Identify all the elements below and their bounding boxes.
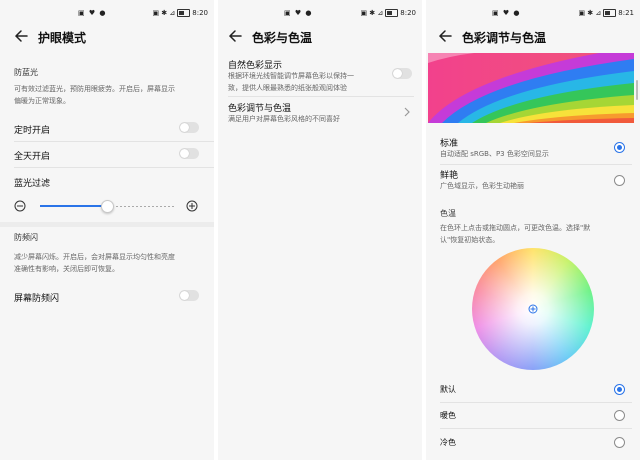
color-temperature-description: 在色环上点击或拖动圆点，可更改色温。选择"默 认"恢复初始状态。: [440, 224, 591, 244]
status-bar: ▣ ♥ ● ▣ ✱ ⊿ 8:21: [426, 9, 640, 19]
all-day-label: 全天开启: [14, 152, 51, 162]
battery-icon: [385, 9, 399, 17]
section-gap: [0, 222, 214, 227]
mode-standard-radio[interactable]: [614, 142, 625, 153]
battery-icon: [177, 9, 191, 17]
page-title: 色彩调节与色温: [462, 31, 547, 45]
status-left-icons: ▣ ♥ ●: [492, 9, 521, 17]
mode-standard-description: 自动适配 sRGB、P3 色彩空间显示: [440, 150, 549, 158]
back-arrow-icon[interactable]: [228, 28, 242, 44]
divider: [440, 402, 632, 403]
chevron-right-icon: [404, 107, 410, 117]
status-time: 8:20: [400, 9, 416, 17]
divider: [440, 428, 632, 429]
slider-thumb[interactable]: [101, 200, 114, 213]
status-time: 8:21: [618, 9, 634, 17]
back-arrow-icon[interactable]: [438, 28, 452, 44]
flicker-toggle[interactable]: [179, 290, 199, 301]
temperature-default-radio[interactable]: [614, 384, 625, 395]
battery-icon: [603, 9, 617, 17]
scrollbar[interactable]: [636, 80, 638, 100]
temperature-default-label: 默认: [440, 385, 456, 394]
color-adjust-row[interactable]: 色彩调节与色温 满足用户对屏幕色彩风格的不同喜好: [218, 98, 422, 128]
section-title-flicker: 防频闪: [14, 233, 38, 242]
flicker-toggle-label: 屏幕防频闪: [14, 294, 60, 304]
all-day-toggle[interactable]: [179, 148, 199, 159]
mode-option-standard[interactable]: 标准 自动适配 sRGB、P3 色彩空间显示: [426, 133, 640, 163]
temperature-option-warm[interactable]: 暖色: [426, 408, 640, 428]
scheduled-label: 定时开启: [14, 126, 51, 136]
color-and-temperature-screen: ▣ ♥ ● ▣ ✱ ⊿ 8:20 色彩与色温 自然色彩显示 根据环境光线智能调节…: [218, 0, 422, 460]
color-wheel[interactable]: [472, 248, 594, 370]
mode-vivid-description: 广色域显示，色彩生动艳丽: [440, 182, 524, 190]
status-bar: ▣ ♥ ● ▣ ✱ ⊿ 8:20: [0, 9, 214, 19]
status-left-icons: ▣ ♥ ●: [78, 9, 107, 17]
minus-circle-icon[interactable]: [14, 200, 26, 212]
temperature-option-default[interactable]: 默认: [426, 382, 640, 402]
status-time: 8:20: [192, 9, 208, 17]
mode-vivid-radio[interactable]: [614, 175, 625, 186]
slider-fill: [40, 205, 107, 207]
section-title-blue-light: 防蓝光: [14, 68, 38, 77]
divider: [14, 141, 214, 142]
status-right-icons: ▣ ✱ ⊿: [360, 9, 384, 17]
temperature-cool-radio[interactable]: [614, 437, 625, 448]
blue-light-filter-label: 蓝光过滤: [14, 179, 51, 189]
flicker-description: 减少屏幕闪烁。开启后，会对屏幕显示均匀性和亮度 准确性有影响，关闭后即可恢复。: [14, 253, 175, 273]
mode-option-vivid[interactable]: 鲜艳 广色域显示，色彩生动艳丽: [426, 165, 640, 195]
temperature-warm-label: 暖色: [440, 411, 456, 420]
back-arrow-icon[interactable]: [14, 28, 28, 44]
app-bar: 色彩与色温: [218, 28, 422, 46]
temperature-option-cool[interactable]: 冷色: [426, 435, 640, 455]
temperature-cool-label: 冷色: [440, 438, 456, 447]
status-bar: ▣ ♥ ● ▣ ✱ ⊿ 8:20: [218, 9, 422, 19]
scheduled-toggle[interactable]: [179, 122, 199, 133]
blue-light-slider[interactable]: [40, 200, 174, 213]
divider: [14, 167, 214, 168]
section-title-color-temperature: 色温: [440, 209, 456, 218]
divider: [228, 96, 414, 97]
color-adjustment-screen: ▣ ♥ ● ▣ ✱ ⊿ 8:21 色彩调节与色温 标准 自动适配 sRGB、P3…: [426, 0, 640, 460]
color-adjust-description: 满足用户对屏幕色彩风格的不同喜好: [228, 115, 340, 123]
status-right-icons: ▣ ✱ ⊿: [578, 9, 602, 17]
temperature-warm-radio[interactable]: [614, 410, 625, 421]
page-title: 护眼模式: [38, 31, 87, 45]
natural-color-toggle[interactable]: [392, 68, 412, 79]
page-title: 色彩与色温: [252, 31, 313, 45]
color-preview-image: [428, 53, 634, 123]
status-right-icons: ▣ ✱ ⊿: [152, 9, 176, 17]
status-left-icons: ▣ ♥ ●: [284, 9, 313, 17]
color-picker-handle-icon[interactable]: [528, 304, 538, 314]
blue-light-description: 可有效过滤蓝光，预防用眼疲劳。开启后，屏幕显示 偏暖为正常现象。: [14, 85, 175, 105]
plus-circle-icon[interactable]: [186, 200, 198, 212]
natural-color-description: 根据环境光线智能调节屏幕色彩以保持一 致，提供人眼最熟悉的纸张般观阅体验: [228, 72, 354, 92]
app-bar: 护眼模式: [0, 28, 214, 46]
eye-comfort-screen: ▣ ♥ ● ▣ ✱ ⊿ 8:20 护眼模式 防蓝光 可有效过滤蓝光，预防用眼疲劳…: [0, 0, 214, 460]
app-bar: 色彩调节与色温: [426, 28, 640, 46]
